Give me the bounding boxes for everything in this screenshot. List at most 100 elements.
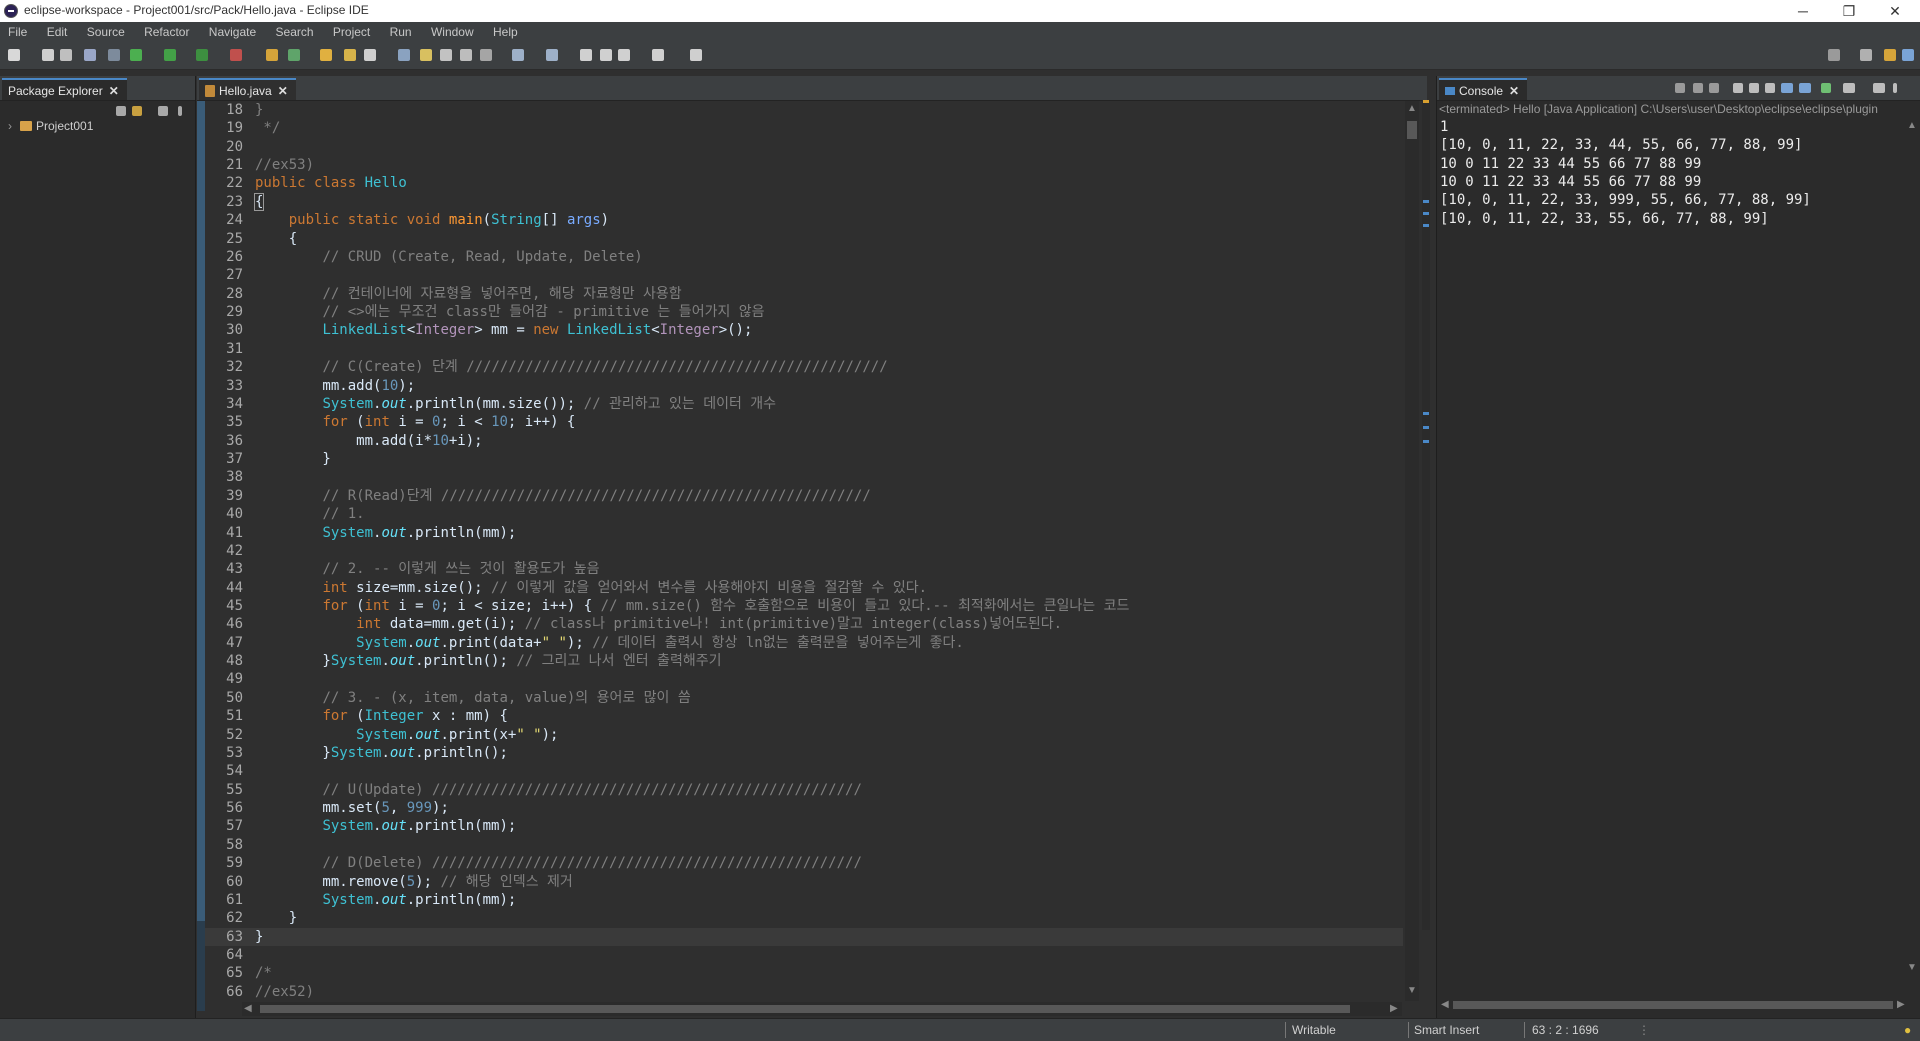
debug-icon[interactable] [130,49,142,61]
menu-window[interactable]: Window [423,22,482,43]
open-type-icon[interactable] [320,49,332,61]
tab-package-explorer[interactable]: Package Explorer ✕ [2,78,127,100]
menu-search[interactable]: Search [268,22,322,43]
menu-run[interactable]: Run [382,22,420,43]
next-annotation-icon[interactable] [512,49,524,61]
status-insert-mode[interactable]: Smart Insert [1414,1019,1479,1041]
warning-marker[interactable] [1423,100,1429,103]
open-perspective-icon[interactable] [1860,49,1872,61]
tab-hello-java[interactable]: Hello.java ✕ [199,78,296,100]
prev-annotation-icon[interactable] [546,49,558,61]
menu-project[interactable]: Project [325,22,378,43]
console-vertical-scrollbar[interactable]: ▲ ▼ [1905,118,1919,978]
clear-console-icon[interactable] [1733,83,1743,93]
scroll-right-icon[interactable]: ▶ [1897,999,1905,1010]
forward-icon[interactable] [652,49,664,61]
show-paragraph-icon[interactable] [480,49,492,61]
word-wrap-icon[interactable] [1765,83,1775,93]
skip-breakpoints-icon[interactable] [108,49,120,61]
scroll-thumb[interactable] [1407,121,1417,139]
status-cursor-position[interactable]: 63 : 2 : 1696 [1532,1019,1599,1041]
debug-perspective-icon[interactable] [1902,49,1914,61]
occurrence-marker[interactable] [1423,224,1429,227]
menu-edit[interactable]: Edit [39,22,76,43]
new-package-icon[interactable] [288,49,300,61]
menu-refactor[interactable]: Refactor [136,22,197,43]
close-icon[interactable]: ✕ [278,84,288,98]
toggle-highlight-icon[interactable] [420,49,432,61]
overview-ruler[interactable] [1422,100,1430,930]
chevron-right-icon[interactable]: › [8,119,18,133]
last-edit-icon[interactable] [580,49,592,61]
close-window-button[interactable]: ✕ [1872,0,1918,22]
menu-navigate[interactable]: Navigate [201,22,264,43]
occurrence-marker[interactable] [1423,440,1429,443]
focus-icon[interactable] [158,106,168,116]
scroll-lock-icon[interactable] [1749,83,1759,93]
tree-item-project001[interactable]: › Project001 [8,119,93,133]
code-line: 46 int data=mm.get(i); // class나 primiti… [226,616,1063,633]
occurrence-marker[interactable] [1423,200,1429,203]
menu-file[interactable]: File [0,22,35,43]
occurrence-marker[interactable] [1423,412,1429,415]
back-icon[interactable] [618,49,630,61]
minimize-button[interactable]: ─ [1780,0,1826,22]
view-menu-icon[interactable] [178,106,182,116]
code-line: 53 }System.out.println(); [226,744,508,761]
scroll-down-icon[interactable]: ▼ [1405,985,1419,996]
editor-vertical-scrollbar[interactable]: ▲ ▼ [1405,101,1419,1001]
remove-all-icon[interactable] [1709,83,1719,93]
console-output[interactable]: 1 [10, 0, 11, 22, 33, 44, 55, 66, 77, 88… [1440,118,1910,228]
scroll-thumb[interactable] [260,1005,1350,1013]
toggle-mark-icon[interactable] [398,49,410,61]
scroll-up-icon[interactable]: ▲ [1907,120,1917,131]
scroll-thumb[interactable] [1453,1001,1893,1009]
close-icon[interactable]: ✕ [1509,84,1519,98]
scroll-down-icon[interactable]: ▼ [1907,962,1917,973]
run-icon[interactable] [164,49,176,61]
scroll-left-icon[interactable]: ◀ [244,1002,252,1016]
pin-editor-icon[interactable] [690,49,702,61]
java-perspective-icon[interactable] [1884,49,1896,61]
menu-source[interactable]: Source [79,22,133,43]
terminate-icon[interactable] [1675,83,1685,93]
status-bar: Writable Smart Insert 63 : 2 : 1696 ⋮ ● [0,1018,1920,1041]
external-tools-icon[interactable] [230,49,242,61]
scroll-right-icon[interactable]: ▶ [1390,1002,1398,1016]
link-with-editor-icon[interactable] [132,106,142,116]
show-whitespace-icon[interactable] [460,49,472,61]
new-java-project-icon[interactable] [266,49,278,61]
code-line: 30 LinkedList<Integer> mm = new LinkedLi… [226,322,753,339]
close-icon[interactable]: ✕ [109,84,119,98]
tab-console[interactable]: Console ✕ [1439,78,1528,100]
open-console-icon[interactable] [84,49,96,61]
remove-launch-icon[interactable] [1693,83,1703,93]
code-area[interactable]: 18} 19 */ 20 21//ex53) 22 public class He… [205,101,1403,1001]
menu-help[interactable]: Help [485,22,526,43]
save-icon[interactable] [42,49,54,61]
back-nav-icon[interactable] [600,49,612,61]
scroll-left-icon[interactable]: ◀ [1441,999,1449,1010]
tip-lightbulb-icon[interactable]: ● [1904,1019,1911,1041]
occurrence-marker[interactable] [1423,212,1429,215]
editor-horizontal-scrollbar[interactable]: ◀ ▶ [242,1002,1402,1016]
view-menu-icon[interactable] [1893,83,1897,93]
show-stderr-icon[interactable] [1799,83,1811,93]
open-task-icon[interactable] [344,49,356,61]
console-horizontal-scrollbar[interactable]: ◀ ▶ [1439,998,1909,1012]
open-console-icon[interactable] [1873,83,1885,93]
pin-console-icon[interactable] [1821,83,1831,93]
show-stdout-icon[interactable] [1781,83,1793,93]
save-all-icon[interactable] [60,49,72,61]
code-line: 60 mm.remove(5); // 해당 인덱스 제거 [226,873,573,890]
search-tool-icon[interactable] [364,49,376,61]
restore-button[interactable]: ❐ [1826,0,1872,22]
coverage-icon[interactable] [196,49,208,61]
scroll-up-icon[interactable]: ▲ [1405,103,1419,114]
search-icon[interactable] [1828,49,1840,61]
block-selection-icon[interactable] [440,49,452,61]
display-console-icon[interactable] [1843,83,1855,93]
occurrence-marker[interactable] [1423,426,1429,429]
collapse-all-icon[interactable] [116,106,126,116]
new-icon[interactable] [8,49,20,61]
